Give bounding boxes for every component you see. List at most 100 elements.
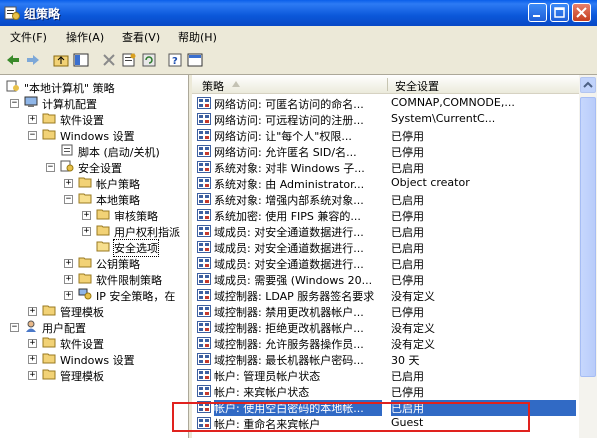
- tree-software-restriction[interactable]: + 软件限制策略: [0, 271, 188, 287]
- policy-icon: [197, 209, 211, 221]
- tree-public-key[interactable]: + 公钥策略: [0, 255, 188, 271]
- policy-setting: 已启用: [391, 194, 424, 207]
- table-row[interactable]: 系统对象: 增强内部系统对象... 已启用: [192, 191, 579, 207]
- minimize-button[interactable]: [528, 3, 547, 22]
- policy-setting: 已启用: [391, 370, 424, 383]
- folder-icon: [42, 353, 56, 364]
- expand-toggle[interactable]: +: [28, 355, 37, 364]
- tree-windows-settings[interactable]: − Windows 设置: [0, 127, 188, 143]
- policy-name: 网络访问: 可远程访问的注册...: [214, 114, 364, 127]
- delete-icon[interactable]: [100, 51, 118, 69]
- policy-name: 系统对象: 对非 Windows 子...: [214, 162, 365, 175]
- menu-help[interactable]: 帮助(H): [178, 29, 217, 45]
- policy-icon: [197, 337, 211, 349]
- tree-label: 用户配置: [42, 322, 86, 335]
- tree-audit-policy[interactable]: + 审核策略: [0, 207, 188, 223]
- table-row[interactable]: 域控制器: 拒绝更改机器帐户... 没有定义: [192, 319, 579, 335]
- computer-icon: [24, 96, 38, 107]
- console-icon[interactable]: [186, 51, 204, 69]
- table-row[interactable]: 网络访问: 允许匿名 SID/名... 已停用: [192, 143, 579, 159]
- table-row[interactable]: 域成员: 需要强 (Windows 20... 已停用: [192, 271, 579, 287]
- scroll-up-button[interactable]: [580, 77, 596, 93]
- tree-user-admin-templates[interactable]: + 管理模板: [0, 367, 188, 383]
- policy-icon: [197, 273, 211, 285]
- tree-label: 计算机配置: [42, 98, 97, 111]
- tree-computer-config[interactable]: − 计算机配置: [0, 95, 188, 111]
- refresh-icon[interactable]: [140, 51, 158, 69]
- collapse-toggle[interactable]: −: [10, 323, 19, 332]
- expand-toggle[interactable]: +: [64, 291, 73, 300]
- policy-name: 域控制器: LDAP 服务器签名要求: [214, 290, 375, 303]
- policy-icon: [197, 257, 211, 269]
- expand-toggle[interactable]: +: [28, 307, 37, 316]
- table-row[interactable]: 域控制器: 允许服务器操作员... 没有定义: [192, 335, 579, 351]
- tree-scripts[interactable]: 脚本 (启动/关机): [0, 143, 188, 159]
- up-folder-icon[interactable]: [52, 51, 70, 69]
- policy-setting: 已停用: [391, 386, 424, 399]
- table-row[interactable]: 域控制器: LDAP 服务器签名要求 没有定义: [192, 287, 579, 303]
- policy-setting: 没有定义: [391, 322, 435, 335]
- tree-software-settings[interactable]: + 软件设置: [0, 111, 188, 127]
- show-hide-tree-icon[interactable]: [72, 51, 90, 69]
- column-header-policy[interactable]: 策略: [202, 78, 224, 94]
- table-row[interactable]: 网络访问: 让"每个人"权限... 已停用: [192, 127, 579, 143]
- back-arrow-icon[interactable]: [4, 51, 22, 69]
- expand-toggle[interactable]: +: [28, 115, 37, 124]
- tree-user-windows-settings[interactable]: + Windows 设置: [0, 351, 188, 367]
- tree-label: 帐户策略: [96, 178, 140, 191]
- table-row[interactable]: 域控制器: 禁用更改机器帐户... 已停用: [192, 303, 579, 319]
- tree-label: 软件限制策略: [96, 274, 162, 287]
- policy-setting: 没有定义: [391, 290, 435, 303]
- tree-account-policies[interactable]: + 帐户策略: [0, 175, 188, 191]
- table-row[interactable]: 网络访问: 可远程访问的注册... System\CurrentC...: [192, 111, 579, 127]
- collapse-toggle[interactable]: −: [28, 131, 37, 140]
- column-header-setting[interactable]: 安全设置: [395, 78, 439, 94]
- collapse-toggle[interactable]: −: [46, 163, 55, 172]
- expand-toggle[interactable]: +: [82, 227, 91, 236]
- policy-setting: Object creator: [391, 176, 470, 189]
- tree-security-options[interactable]: 安全选项: [0, 239, 188, 257]
- help-icon[interactable]: ?: [166, 51, 184, 69]
- expand-toggle[interactable]: +: [82, 211, 91, 220]
- tree-security-settings[interactable]: − 安全设置: [0, 159, 188, 175]
- table-row[interactable]: 网络访问: 可匿名访问的命名... COMNAP,COMNODE,...: [192, 95, 579, 111]
- highlight-annotation: [172, 402, 530, 432]
- tree-user-config[interactable]: − 用户配置: [0, 319, 188, 335]
- vertical-scrollbar[interactable]: [579, 75, 597, 438]
- table-row[interactable]: 域成员: 对安全通道数据进行... 已启用: [192, 239, 579, 255]
- network-policy-icon: [78, 288, 92, 300]
- table-row[interactable]: 系统对象: 由 Administrator... Object creator: [192, 175, 579, 191]
- tree-user-software-settings[interactable]: + 软件设置: [0, 335, 188, 351]
- expand-toggle[interactable]: +: [64, 259, 73, 268]
- tree-admin-templates[interactable]: + 管理模板: [0, 303, 188, 319]
- tree-ip-security[interactable]: + IP 安全策略，在: [0, 287, 188, 303]
- menu-action[interactable]: 操作(A): [66, 29, 104, 45]
- table-row[interactable]: 帐户: 管理员帐户状态 已启用: [192, 367, 579, 383]
- forward-arrow-icon[interactable]: [24, 51, 42, 69]
- expand-toggle[interactable]: +: [64, 179, 73, 188]
- expand-toggle[interactable]: +: [28, 339, 37, 348]
- table-row[interactable]: 域控制器: 最长机器帐户密码... 30 天: [192, 351, 579, 367]
- table-row[interactable]: 域成员: 对安全通道数据进行... 已启用: [192, 223, 579, 239]
- policy-name: 网络访问: 让"每个人"权限...: [214, 130, 352, 143]
- tree-root[interactable]: "本地计算机" 策略: [0, 79, 188, 95]
- table-row[interactable]: 系统加密: 使用 FIPS 兼容的... 已停用: [192, 207, 579, 223]
- maximize-button[interactable]: [550, 3, 569, 22]
- close-button[interactable]: [572, 3, 591, 22]
- table-row[interactable]: 域成员: 对安全通道数据进行... 已启用: [192, 255, 579, 271]
- table-row[interactable]: 系统对象: 对非 Windows 子... 已启用: [192, 159, 579, 175]
- collapse-toggle[interactable]: −: [10, 99, 19, 108]
- column-divider[interactable]: [387, 78, 388, 91]
- menu-view[interactable]: 查看(V): [122, 29, 160, 45]
- table-row[interactable]: 帐户: 来宾帐户状态 已停用: [192, 383, 579, 399]
- expand-toggle[interactable]: +: [64, 275, 73, 284]
- menu-file[interactable]: 文件(F): [10, 29, 47, 45]
- expand-toggle[interactable]: +: [28, 371, 37, 380]
- folder-icon: [42, 129, 56, 140]
- folder-icon: [78, 257, 92, 268]
- tree-local-policies[interactable]: − 本地策略: [0, 191, 188, 207]
- tree-user-rights[interactable]: + 用户权利指派: [0, 223, 188, 239]
- scroll-thumb[interactable]: [580, 97, 596, 377]
- properties-icon[interactable]: [120, 51, 138, 69]
- collapse-toggle[interactable]: −: [64, 195, 73, 204]
